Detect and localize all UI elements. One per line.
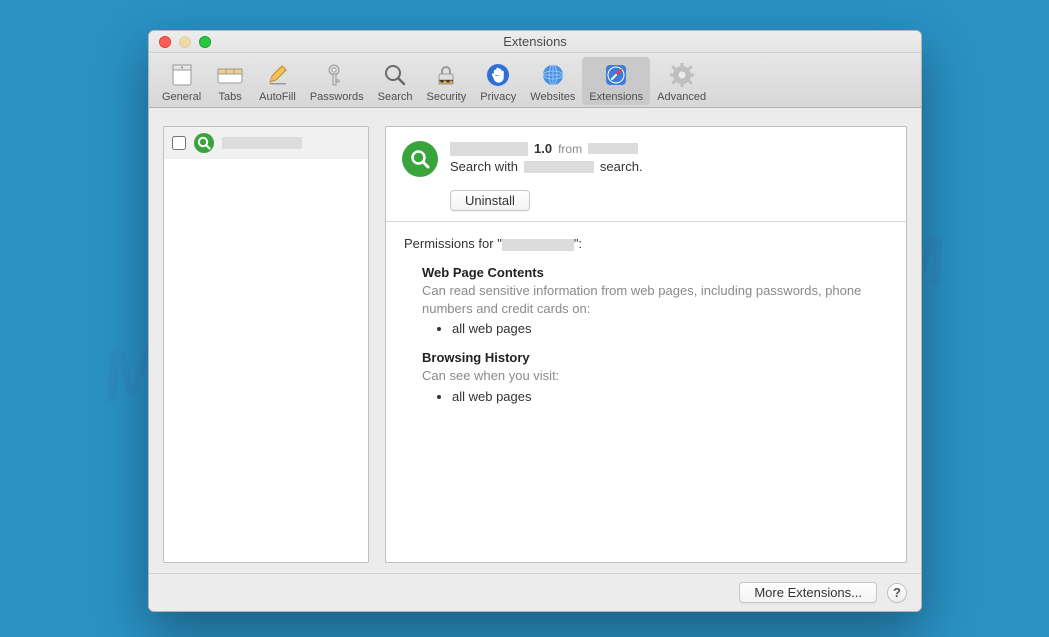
permission-heading: Browsing History [422, 350, 888, 365]
tab-extensions[interactable]: Extensions [582, 57, 650, 105]
permission-list: all web pages [452, 389, 888, 404]
window-footer: More Extensions... ? [149, 573, 921, 611]
extension-list-item[interactable] [164, 127, 368, 159]
permissions-title-suffix: ": [574, 236, 582, 251]
permission-item: all web pages [452, 389, 888, 404]
prefs-toolbar: General Tabs AutoFill Passwords Search [149, 53, 921, 108]
search-icon [194, 133, 214, 153]
tab-tabs[interactable]: Tabs [208, 57, 252, 105]
permission-group-history: Browsing History Can see when you visit:… [422, 350, 888, 404]
from-label: from [558, 142, 582, 156]
extension-enable-checkbox[interactable] [172, 136, 186, 150]
search-icon [380, 60, 410, 90]
permission-description: Can see when you visit: [422, 367, 888, 385]
tab-label: Security [426, 91, 466, 103]
content-area: 1.0 from Search with search. Uninstall [149, 108, 921, 573]
tab-autofill[interactable]: AutoFill [252, 57, 303, 105]
description-name-redacted [524, 161, 594, 173]
extension-icon [402, 141, 438, 177]
extension-version: 1.0 [534, 141, 552, 156]
tab-security[interactable]: Security [419, 57, 473, 105]
description-suffix: search. [600, 159, 643, 174]
extensions-icon [601, 60, 631, 90]
permissions-name-redacted [502, 239, 574, 251]
extension-name-redacted [450, 142, 528, 156]
gear-icon [667, 60, 697, 90]
minimize-icon [179, 36, 191, 48]
tab-label: General [162, 91, 201, 103]
tab-label: Tabs [219, 91, 242, 103]
permission-heading: Web Page Contents [422, 265, 888, 280]
tab-label: AutoFill [259, 91, 296, 103]
extensions-sidebar [163, 126, 369, 563]
pencil-icon [262, 60, 292, 90]
uninstall-button[interactable]: Uninstall [450, 190, 530, 211]
tabs-icon [215, 60, 245, 90]
globe-icon [538, 60, 568, 90]
permissions-section: Permissions for " ": Web Page Contents Ca… [386, 222, 906, 432]
key-icon [322, 60, 352, 90]
description-prefix: Search with [450, 159, 518, 174]
lock-icon [431, 60, 461, 90]
tab-label: Privacy [480, 91, 516, 103]
extension-meta: 1.0 from Search with search. Uninstall [450, 141, 890, 211]
tab-general[interactable]: General [155, 57, 208, 105]
tab-passwords[interactable]: Passwords [303, 57, 371, 105]
hand-icon [483, 60, 513, 90]
permissions-title: Permissions for " ": [404, 236, 888, 251]
tab-search[interactable]: Search [371, 57, 420, 105]
tab-advanced[interactable]: Advanced [650, 57, 713, 105]
close-icon[interactable] [159, 36, 171, 48]
preferences-window: Extensions General Tabs AutoFill Passwo [148, 30, 922, 612]
window-title: Extensions [149, 34, 921, 49]
detail-header: 1.0 from Search with search. Uninstall [386, 127, 906, 221]
zoom-icon[interactable] [199, 36, 211, 48]
tab-label: Advanced [657, 91, 706, 103]
permission-item: all web pages [452, 321, 888, 336]
extension-name-redacted [222, 137, 302, 149]
titlebar: Extensions [149, 31, 921, 53]
permission-list: all web pages [452, 321, 888, 336]
tab-websites[interactable]: Websites [523, 57, 582, 105]
more-extensions-button[interactable]: More Extensions... [739, 582, 877, 603]
general-icon [167, 60, 197, 90]
permission-group-contents: Web Page Contents Can read sensitive inf… [422, 265, 888, 336]
tab-label: Search [378, 91, 413, 103]
tab-label: Extensions [589, 91, 643, 103]
help-button[interactable]: ? [887, 583, 907, 603]
permission-description: Can read sensitive information from web … [422, 282, 888, 317]
permissions-title-prefix: Permissions for " [404, 236, 502, 251]
tab-privacy[interactable]: Privacy [473, 57, 523, 105]
extension-author-redacted [588, 143, 638, 154]
extension-detail-panel: 1.0 from Search with search. Uninstall [385, 126, 907, 563]
tab-label: Passwords [310, 91, 364, 103]
tab-label: Websites [530, 91, 575, 103]
window-controls [149, 36, 211, 48]
